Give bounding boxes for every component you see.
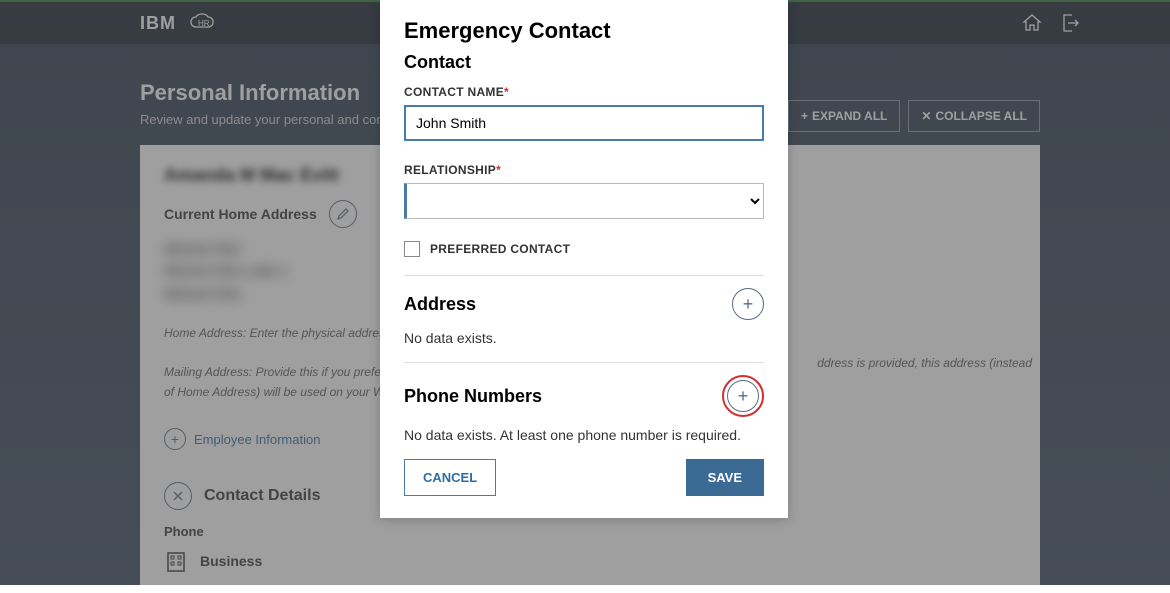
preferred-contact-label: PREFERRED CONTACT: [430, 242, 570, 256]
contact-name-label: CONTACT NAME*: [404, 85, 764, 99]
address-empty-text: No data exists.: [404, 330, 764, 346]
relationship-select[interactable]: [404, 183, 764, 219]
emergency-contact-modal: Emergency Contact Contact CONTACT NAME* …: [380, 0, 788, 518]
contact-name-input[interactable]: [404, 105, 764, 141]
preferred-contact-checkbox[interactable]: PREFERRED CONTACT: [404, 241, 764, 257]
modal-subtitle: Contact: [404, 52, 764, 73]
address-section-title: Address: [404, 294, 476, 315]
modal-title: Emergency Contact: [404, 18, 764, 44]
phone-section-title: Phone Numbers: [404, 386, 542, 407]
add-phone-button[interactable]: +: [727, 380, 759, 412]
checkbox-icon: [404, 241, 420, 257]
relationship-label: RELATIONSHIP*: [404, 163, 764, 177]
add-address-button[interactable]: +: [732, 288, 764, 320]
phone-empty-text: No data exists. At least one phone numbe…: [404, 427, 764, 443]
save-button[interactable]: SAVE: [686, 459, 764, 496]
add-phone-highlight: +: [722, 375, 764, 417]
cancel-button[interactable]: CANCEL: [404, 459, 496, 496]
